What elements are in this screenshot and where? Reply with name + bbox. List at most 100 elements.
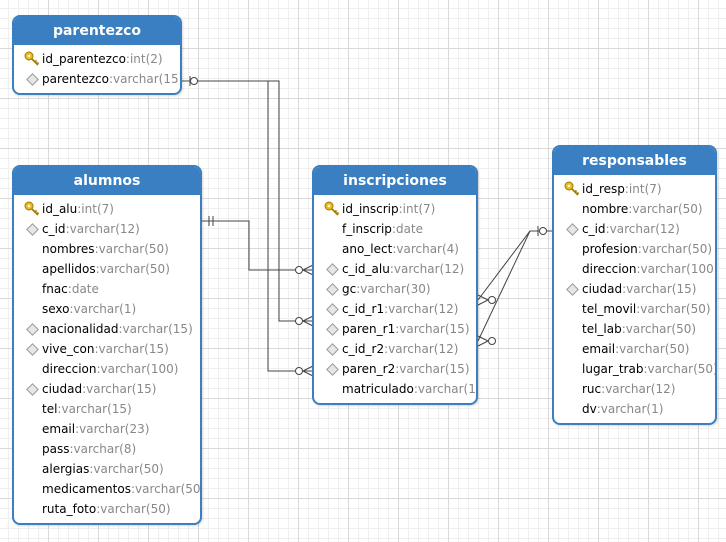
column-row[interactable]: lugar_trab: varchar(50) [554, 359, 715, 379]
table-title[interactable]: inscripciones [314, 167, 476, 195]
column-row[interactable]: alergias: varchar(50) [14, 459, 200, 479]
column-name: id_parentezco [42, 52, 126, 66]
column-name: ruc [582, 382, 602, 396]
column-type: varchar(100) [640, 262, 717, 276]
column-type: varchar(30) [360, 282, 431, 296]
table-responsables[interactable]: responsables id_resp: int(7) nombre: varch… [552, 145, 717, 425]
column-row[interactable]: id_inscrip: int(7) [314, 199, 476, 219]
column-name: c_id_alu [342, 262, 390, 276]
column-type: date [395, 222, 424, 236]
table-alumnos[interactable]: alumnos id_alu: int(7) c_id: varchar(12) no… [12, 165, 202, 525]
column-row[interactable]: sexo: varchar(1) [14, 299, 200, 319]
column-type: varchar(4) [396, 242, 459, 256]
column-type: varchar(50) [93, 462, 164, 476]
column-row[interactable]: ruta_foto: varchar(50) [14, 499, 200, 519]
column-type: varchar(15) [626, 282, 697, 296]
column-icon-placeholder [562, 199, 582, 219]
column-row[interactable]: ano_lect: varchar(4) [314, 239, 476, 259]
column-row[interactable]: c_id_alu: varchar(12) [314, 259, 476, 279]
column-row[interactable]: medicamentos: varchar(50) [14, 479, 200, 499]
column-name: vive_con [42, 342, 95, 356]
column-name: nacionalidad [42, 322, 119, 336]
column-icon-placeholder [22, 279, 42, 299]
column-type: int(2) [129, 52, 163, 66]
column-row[interactable]: tel_movil: varchar(50) [554, 299, 715, 319]
column-type: varchar(15) [122, 322, 193, 336]
column-row[interactable]: tel: varchar(15) [14, 399, 200, 419]
column-name: c_id_r1 [342, 302, 385, 316]
column-name: ciudad [42, 382, 83, 396]
diamond-icon [322, 339, 342, 359]
column-name: id_inscrip [342, 202, 399, 216]
column-type: varchar(8) [73, 442, 137, 456]
column-row[interactable]: apellidos: varchar(50) [14, 259, 200, 279]
column-name: f_inscrip [342, 222, 392, 236]
column-icon-placeholder [22, 259, 42, 279]
column-row[interactable]: email: varchar(23) [14, 419, 200, 439]
column-row[interactable]: fnac: date [14, 279, 200, 299]
column-icon-placeholder [22, 479, 42, 499]
column-icon-placeholder [562, 359, 582, 379]
column-row[interactable]: profesion: varchar(50) [554, 239, 715, 259]
column-icon-placeholder [562, 299, 582, 319]
column-row[interactable]: paren_r2: varchar(15) [314, 359, 476, 379]
column-row[interactable]: ruc: varchar(12) [554, 379, 715, 399]
diamond-icon [322, 319, 342, 339]
table-parentezco[interactable]: parentezco id_parentezco: int(2) parentezc… [12, 15, 182, 95]
column-icon-placeholder [22, 439, 42, 459]
column-name: nombres [42, 242, 95, 256]
diamond-icon [322, 279, 342, 299]
column-row[interactable]: email: varchar(50) [554, 339, 715, 359]
column-list: id_alu: int(7) c_id: varchar(12) nombres: … [14, 195, 200, 523]
column-row[interactable]: pass: varchar(8) [14, 439, 200, 459]
column-row[interactable]: tel_lab: varchar(50) [554, 319, 715, 339]
column-type: int(7) [628, 182, 662, 196]
column-type: varchar(15) [113, 72, 182, 86]
column-row[interactable]: nombre: varchar(50) [554, 199, 715, 219]
link-c_id_r1-responsables [477, 230, 553, 301]
column-row[interactable]: f_inscrip: date [314, 219, 476, 239]
column-row[interactable]: paren_r1: varchar(15) [314, 319, 476, 339]
column-row[interactable]: id_parentezco: int(2) [14, 49, 180, 69]
column-row[interactable]: gc: varchar(30) [314, 279, 476, 299]
column-list: id_parentezco: int(2) parentezco: varchar… [14, 45, 180, 93]
column-row[interactable]: c_id_r2: varchar(12) [314, 339, 476, 359]
column-row[interactable]: ciudad: varchar(15) [14, 379, 200, 399]
column-type: varchar(15) [399, 362, 470, 376]
column-row[interactable]: direccion: varchar(100) [554, 259, 715, 279]
column-row[interactable]: c_id: varchar(12) [554, 219, 715, 239]
column-icon-placeholder [562, 339, 582, 359]
column-type: varchar(50) [619, 342, 690, 356]
column-name: apellidos [42, 262, 96, 276]
column-row[interactable]: ciudad: varchar(15) [554, 279, 715, 299]
column-type: varchar(50) [632, 202, 703, 216]
column-name: matriculado [342, 382, 414, 396]
column-row[interactable]: nombres: varchar(50) [14, 239, 200, 259]
column-row[interactable]: id_alu: int(7) [14, 199, 200, 219]
column-name: c_id [42, 222, 66, 236]
column-icon-placeholder [22, 459, 42, 479]
table-inscripciones[interactable]: inscripciones id_inscrip: int(7) f_inscrip… [312, 165, 478, 405]
column-type: varchar(23) [79, 422, 150, 436]
column-row[interactable]: matriculado: varchar(1) [314, 379, 476, 399]
column-row[interactable]: parentezco: varchar(15) [14, 69, 180, 89]
column-type: varchar(12) [388, 342, 459, 356]
column-row[interactable]: c_id: varchar(12) [14, 219, 200, 239]
column-icon-placeholder [22, 499, 42, 519]
diamond-icon [322, 299, 342, 319]
table-title[interactable]: responsables [554, 147, 715, 175]
column-list: id_resp: int(7) nombre: varchar(50) c_id: … [554, 175, 715, 423]
column-row[interactable]: c_id_r1: varchar(12) [314, 299, 476, 319]
link-alumnos-c_id_alu [201, 220, 313, 271]
table-title[interactable]: parentezco [14, 17, 180, 45]
column-type: varchar(1) [73, 302, 137, 316]
column-icon-placeholder [22, 299, 42, 319]
column-row[interactable]: id_resp: int(7) [554, 179, 715, 199]
column-row[interactable]: nacionalidad: varchar(15) [14, 319, 200, 339]
column-list: id_inscrip: int(7) f_inscrip: date ano_lec… [314, 195, 476, 403]
column-row[interactable]: direccion: varchar(100) [14, 359, 200, 379]
column-row[interactable]: dv: varchar(1) [554, 399, 715, 419]
table-title[interactable]: alumnos [14, 167, 200, 195]
column-row[interactable]: vive_con: varchar(15) [14, 339, 200, 359]
column-name: email [582, 342, 616, 356]
